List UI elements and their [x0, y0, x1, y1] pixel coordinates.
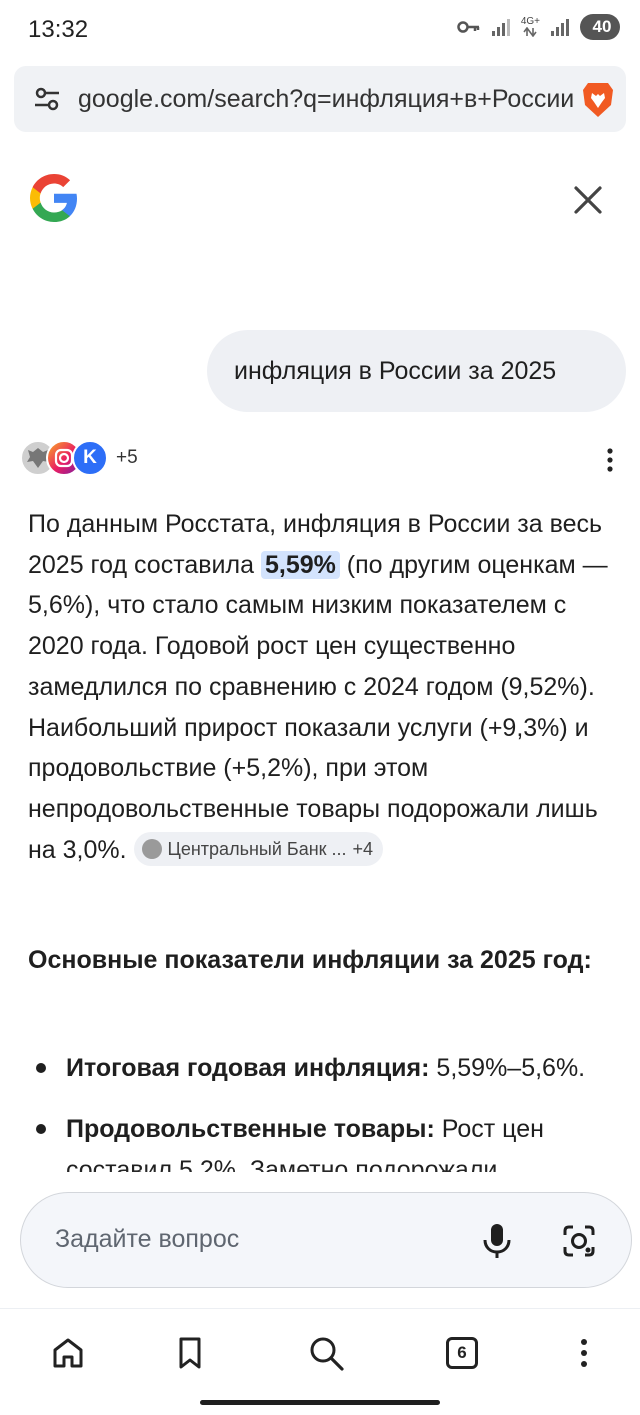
google-lens-icon[interactable]: [559, 1221, 599, 1261]
list-item: Продовольственные товары: Рост цен соста…: [28, 1109, 618, 1172]
central-bank-icon: [141, 839, 162, 860]
ask-input-box[interactable]: Задайте вопрос: [20, 1192, 632, 1288]
home-icon[interactable]: [48, 1333, 88, 1373]
answer-highlight: 5,59%: [260, 550, 340, 579]
bullet-term: Продовольственные товары:: [66, 1115, 435, 1143]
more-icon[interactable]: [564, 1333, 604, 1373]
tabs-count: 6: [446, 1337, 478, 1369]
search-icon[interactable]: [306, 1333, 346, 1373]
bottom-nav: 6: [0, 1308, 640, 1415]
answer-text-part2: (по другим оценкам — 5,6%), что стало са…: [28, 550, 608, 864]
bookmark-icon[interactable]: [170, 1333, 210, 1373]
ai-answer-paragraph: По данным Росстата, инфляция в России за…: [28, 504, 608, 870]
ask-input-placeholder[interactable]: Задайте вопрос: [55, 1225, 239, 1254]
microphone-icon[interactable]: [479, 1221, 515, 1261]
section-heading: Основные показатели инфляции за 2025 год…: [28, 946, 592, 974]
answer-scroll-area: По данным Росстата, инфляция в России за…: [0, 0, 640, 1172]
citation-more: +4: [352, 839, 374, 860]
tabs-icon[interactable]: 6: [442, 1333, 482, 1373]
bullet-text: 5,59%–5,6%.: [429, 1054, 586, 1082]
citation-label: Центральный Банк ...: [167, 839, 347, 860]
bullet-list: Итоговая годовая инфляция: 5,59%–5,6%. П…: [28, 1048, 618, 1172]
gesture-home-bar[interactable]: [200, 1400, 440, 1405]
list-item: Итоговая годовая инфляция: 5,59%–5,6%.: [28, 1048, 618, 1089]
citation-chip[interactable]: Центральный Банк ... +4: [133, 832, 384, 867]
bullet-term: Итоговая годовая инфляция:: [66, 1054, 430, 1082]
